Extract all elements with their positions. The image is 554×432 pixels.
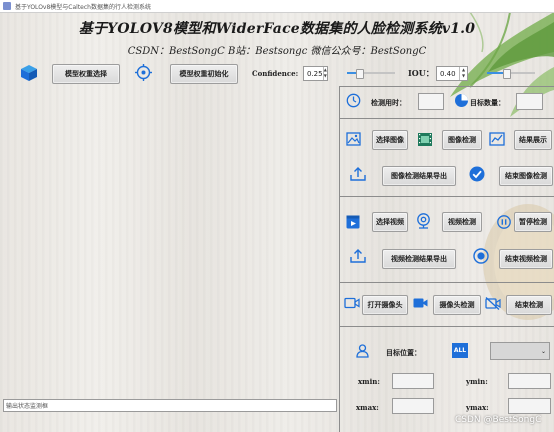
panel-divider [340,118,554,119]
xmin-field [392,373,434,389]
panel-divider [340,326,554,327]
target-select-dropdown[interactable]: ⌄ [490,342,550,360]
confidence-label: Confidence: [252,69,299,78]
window-title: 基于YOLOv8模型与Caltech数据集的行人检测系统 [15,3,151,11]
stop-video-detect-button[interactable]: 结束视频检测 [499,249,553,269]
panel-divider [340,282,554,283]
detect-video-button[interactable]: 视频检测 [442,212,482,232]
ymax-label: ymax: [466,403,489,412]
ymax-field [508,398,551,414]
vertical-divider [339,86,340,432]
select-image-button[interactable]: 选择图像 [372,130,408,150]
iou-spinbox[interactable]: 0.40 ▲ ▼ [436,66,468,81]
camera-icon [413,298,428,308]
app-icon [3,2,11,10]
all-icon: ALL [452,343,468,358]
panel-divider [340,196,554,197]
detect-time-label: 检测用时： [371,99,406,107]
xmax-field [392,398,434,414]
spin-arrows-icon[interactable]: ▲ ▼ [459,67,467,80]
xmin-label: xmin: [358,377,380,386]
stop-icon [473,248,489,264]
export-video-result-button[interactable]: 视频检测结果导出 [382,249,456,269]
xmax-label: xmax: [356,403,379,412]
stop-image-detect-button[interactable]: 结束图像检测 [499,166,553,186]
confidence-slider-handle[interactable] [356,69,364,79]
ymin-field [508,373,551,389]
detect-image-button[interactable]: 图像检测 [442,130,482,150]
detect-time-field [418,93,444,110]
film-icon [418,133,432,146]
select-video-button[interactable]: 选择视频 [372,212,408,232]
target-count-field [516,93,543,110]
chevron-down-icon: ⌄ [540,347,546,355]
video-icon [346,215,360,229]
iou-value: 0.40 [440,69,456,78]
open-camera-button[interactable]: 打开摄像头 [362,295,408,315]
status-output-box: 输出状态监测框 [3,399,337,412]
confidence-value: 0.25 [307,69,323,78]
target-icon[interactable] [135,64,152,81]
check-icon [469,166,485,182]
panel-divider [340,86,554,87]
init-weights-button[interactable]: 模型权重初始化 [170,64,238,84]
stop-camera-button[interactable]: 结束检测 [506,295,552,315]
show-result-button[interactable]: 结果展示 [514,130,552,150]
clock-icon [346,93,361,108]
target-position-label: 目标位置： [386,349,421,357]
upload-icon [350,167,366,181]
pie-icon [455,94,468,107]
camera-detect-button[interactable]: 摄像头检测 [433,295,481,315]
webcam-icon [417,213,430,229]
confidence-spinbox[interactable]: 0.25 ▲ ▼ [303,66,328,81]
page-title: 基于YOLOV8模型和WiderFace数据集的人脸检测系统v1.0 [78,21,476,37]
upload-icon [350,249,366,263]
ymin-label: ymin: [466,377,488,386]
chart-icon [489,132,505,146]
pause-icon [497,215,511,229]
page-subtitle: CSDN：BestSongC B站：Bestsongc 微信公众号：BestSo… [127,46,427,57]
iou-slider-handle[interactable] [503,69,511,79]
image-icon [346,132,361,146]
iou-slider[interactable] [487,69,535,79]
target-count-label: 目标数量： [470,99,505,107]
select-weights-button[interactable]: 模型权重选择 [52,64,120,84]
export-image-result-button[interactable]: 图像检测结果导出 [382,166,456,186]
spin-arrows-icon[interactable]: ▲ ▼ [322,67,327,80]
csdn-watermark: CSDN @BestSongC [455,415,542,425]
person-icon [356,344,369,358]
pause-detect-button[interactable]: 暂停检测 [514,212,552,232]
iou-label: IOU： [408,68,434,78]
cube-icon[interactable] [20,64,38,82]
camera-off-icon [485,297,501,310]
confidence-slider[interactable] [347,69,395,79]
camera-icon [344,297,360,309]
window-titlebar: 基于YOLOv8模型与Caltech数据集的行人检测系统 [0,0,554,13]
